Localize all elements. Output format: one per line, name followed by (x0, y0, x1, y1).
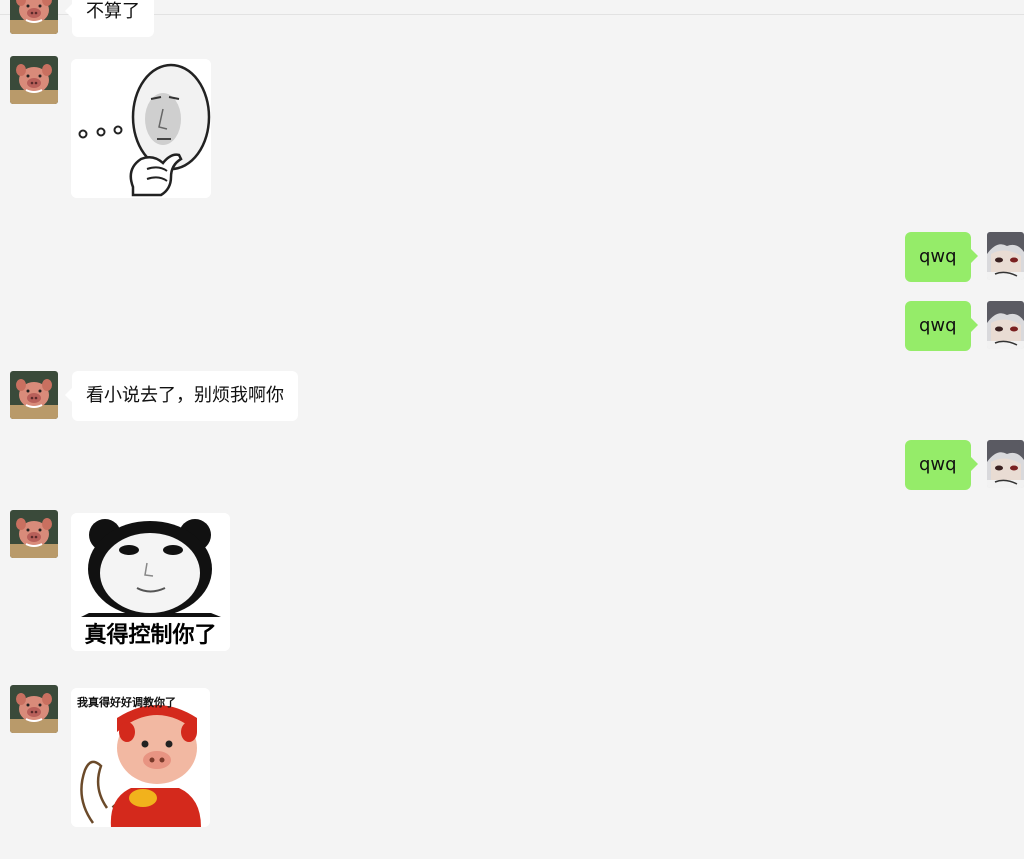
pig-avatar-icon (10, 510, 58, 558)
message-bubble-outgoing[interactable]: qwq (905, 440, 978, 490)
message-text: qwq (919, 454, 957, 475)
anime-avatar-icon (987, 301, 1024, 349)
message-text: qwq (919, 246, 957, 267)
thinking-face-sticker-icon (71, 59, 211, 198)
anime-avatar-icon (987, 440, 1024, 488)
contact-avatar[interactable] (10, 56, 58, 104)
chat-message-area[interactable]: 不算了 qwq qwq 看小说去了，别烦我啊你 qwq 真得控制你了 我真得好好… (0, 0, 1024, 859)
contact-avatar[interactable] (10, 685, 58, 733)
anime-avatar-icon (987, 232, 1024, 280)
contact-avatar[interactable] (10, 0, 58, 34)
sticker-caption: 我真得好好调教你了 (77, 696, 176, 709)
message-bubble-outgoing[interactable]: qwq (905, 232, 978, 282)
message-bubble-outgoing[interactable]: qwq (905, 301, 978, 351)
message-bubble-incoming[interactable]: 看小说去了，别烦我啊你 (65, 371, 298, 421)
pig-avatar-icon (10, 371, 58, 419)
self-avatar[interactable] (987, 232, 1024, 280)
contact-avatar[interactable] (10, 371, 58, 419)
message-text: 看小说去了，别烦我啊你 (86, 385, 284, 406)
sticker-cartoon-pig-whip[interactable]: 我真得好好调教你了 (71, 688, 210, 827)
pig-avatar-icon (10, 685, 58, 733)
message-text: 不算了 (86, 1, 140, 22)
message-text: qwq (919, 315, 957, 336)
sticker-caption: 真得控制你了 (84, 623, 217, 648)
self-avatar[interactable] (987, 301, 1024, 349)
pig-avatar-icon (10, 0, 58, 34)
pig-avatar-icon (10, 56, 58, 104)
sticker-thinking-face[interactable] (71, 59, 211, 198)
sticker-panda-meme[interactable]: 真得控制你了 (71, 513, 230, 651)
message-bubble-incoming[interactable]: 不算了 (65, 0, 154, 37)
self-avatar[interactable] (987, 440, 1024, 488)
contact-avatar[interactable] (10, 510, 58, 558)
